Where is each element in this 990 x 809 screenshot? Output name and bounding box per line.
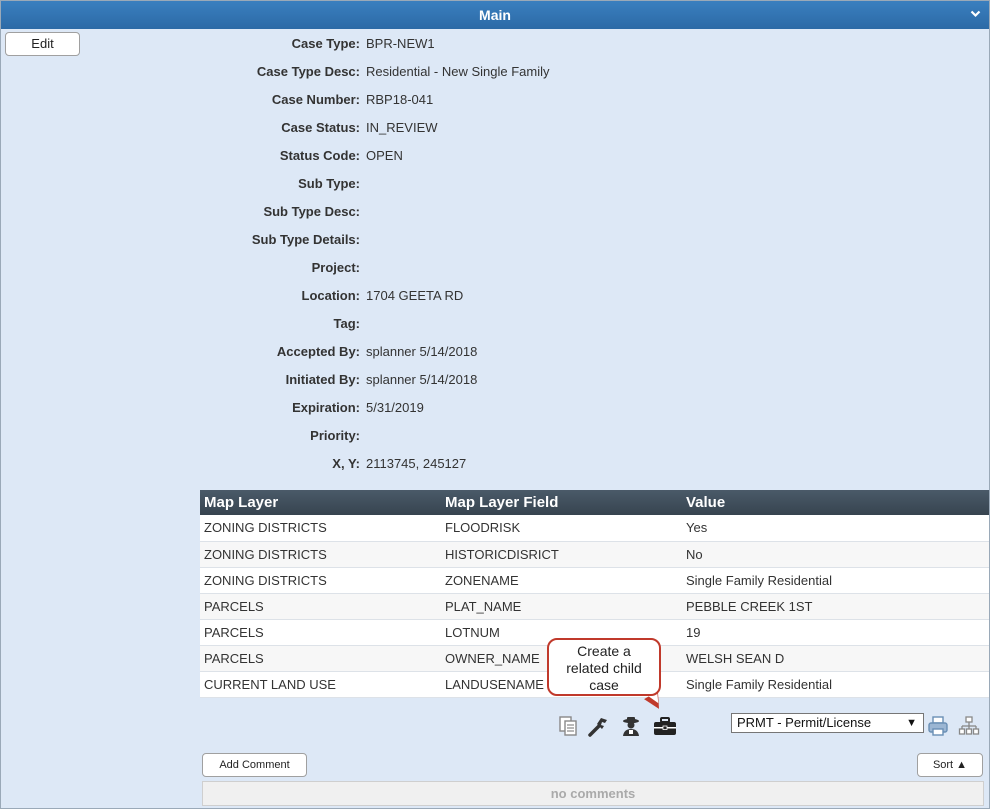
table-cell: CURRENT LAND USE: [200, 671, 441, 698]
field-label: Case Number:: [271, 92, 360, 107]
table-cell: Single Family Residential: [682, 671, 989, 698]
field-label: Project:: [311, 260, 360, 275]
panel-header[interactable]: Main: [1, 1, 989, 29]
table-cell: No: [682, 541, 989, 568]
table-cell: PARCELS: [200, 645, 441, 672]
table-cell: ZONING DISTRICTS: [200, 567, 441, 594]
table-cell: 19: [682, 619, 989, 646]
field-label: Sub Type Desc:: [263, 204, 360, 219]
field-label: Case Type Desc:: [256, 64, 360, 79]
case-type-select[interactable]: PRMT - Permit/License ▼: [731, 713, 924, 733]
field-label: Status Code:: [279, 148, 360, 163]
field-label: Location:: [301, 288, 361, 303]
table-cell: PEBBLE CREEK 1ST: [682, 593, 989, 620]
tooltip-create-child-case: Create a related child case: [547, 638, 661, 696]
briefcase-icon[interactable]: [653, 715, 676, 737]
add-comment-button[interactable]: Add Comment: [202, 753, 307, 777]
table-cell: PARCELS: [200, 619, 441, 646]
field-value: IN_REVIEW: [366, 120, 438, 135]
field-label: Tag:: [333, 316, 360, 331]
table-header-row: Map Layer Map Layer Field Value: [200, 490, 989, 515]
field-value: splanner 5/14/2018: [366, 372, 478, 387]
field-row-accepted-by: Accepted By: splanner 5/14/2018: [1, 338, 701, 366]
table-cell: PLAT_NAME: [441, 593, 682, 620]
table-cell: ZONING DISTRICTS: [200, 515, 441, 542]
field-row-tag: Tag:: [1, 310, 701, 338]
field-label: X, Y:: [332, 456, 360, 471]
field-value: OPEN: [366, 148, 403, 163]
field-row-case-type: Case Type: BPR-NEW1: [1, 30, 701, 58]
no-comments-placeholder: no comments: [202, 781, 984, 806]
print-icon[interactable]: [927, 715, 949, 737]
main-panel: Main Edit Case Type: BPR-NEW1 Case Type …: [0, 0, 990, 809]
chevron-down-icon[interactable]: [970, 1, 981, 29]
field-row-expiration: Expiration: 5/31/2019: [1, 394, 701, 422]
column-header-value[interactable]: Value: [682, 490, 989, 515]
field-row-case-type-desc: Case Type Desc: Residential - New Single…: [1, 58, 701, 86]
field-row-priority: Priority:: [1, 422, 701, 450]
field-row-initiated-by: Initiated By: splanner 5/14/2018: [1, 366, 701, 394]
table-row: PARCELS PLAT_NAME PEBBLE CREEK 1ST: [200, 593, 989, 620]
column-header-map-layer-field[interactable]: Map Layer Field: [441, 490, 682, 515]
field-label: Case Type:: [291, 36, 360, 51]
table-cell: Single Family Residential: [682, 567, 989, 594]
field-value: 5/31/2019: [366, 400, 424, 415]
field-label: Initiated By:: [285, 372, 360, 387]
select-value: PRMT - Permit/License: [737, 715, 872, 730]
field-value: RBP18-041: [366, 92, 434, 107]
tooltip-line: Create a: [577, 643, 631, 659]
field-label: Accepted By:: [276, 344, 360, 359]
tooltip-line: case: [589, 677, 619, 693]
field-value: splanner 5/14/2018: [366, 344, 478, 359]
field-row-case-status: Case Status: IN_REVIEW: [1, 114, 701, 142]
field-value: 2113745, 245127: [366, 456, 467, 471]
column-header-map-layer[interactable]: Map Layer: [200, 490, 441, 515]
table-row: ZONING DISTRICTS ZONENAME Single Family …: [200, 567, 989, 594]
field-label: Sub Type Details:: [251, 232, 360, 247]
table-row: ZONING DISTRICTS HISTORICDISRICT No: [200, 541, 989, 568]
table-cell: WELSH SEAN D: [682, 645, 989, 672]
chevron-down-icon: ▼: [906, 717, 917, 729]
field-row-sub-type-details: Sub Type Details:: [1, 226, 701, 254]
field-row-location: Location: 1704 GEETA RD: [1, 282, 701, 310]
field-value: Residential - New Single Family: [366, 64, 550, 79]
table-cell: HISTORICDISRICT: [441, 541, 682, 568]
sitemap-icon[interactable]: [958, 715, 980, 737]
copy-icon[interactable]: [557, 715, 579, 737]
sort-button[interactable]: Sort ▲: [917, 753, 983, 777]
tooltip-line: related child: [566, 660, 642, 676]
field-row-xy: X, Y: 2113745, 245127: [1, 450, 701, 478]
table-cell: PARCELS: [200, 593, 441, 620]
field-label: Expiration:: [292, 400, 360, 415]
field-value: BPR-NEW1: [366, 36, 435, 51]
field-label: Sub Type:: [298, 176, 360, 191]
field-row-sub-type-desc: Sub Type Desc:: [1, 198, 701, 226]
field-value: 1704 GEETA RD: [366, 288, 464, 303]
field-row-status-code: Status Code: OPEN: [1, 142, 701, 170]
wrench-icon[interactable]: [587, 715, 609, 737]
table-row: ZONING DISTRICTS FLOODRISK Yes: [200, 515, 989, 542]
inspector-icon[interactable]: [620, 715, 642, 737]
field-label: Priority:: [310, 428, 360, 443]
table-cell: ZONING DISTRICTS: [200, 541, 441, 568]
table-cell: Yes: [682, 515, 989, 542]
field-row-project: Project:: [1, 254, 701, 282]
table-cell: FLOODRISK: [441, 515, 682, 542]
panel-title: Main: [479, 7, 511, 23]
field-row-case-number: Case Number: RBP18-041: [1, 86, 701, 114]
field-row-sub-type: Sub Type:: [1, 170, 701, 198]
field-label: Case Status:: [281, 120, 360, 135]
table-cell: ZONENAME: [441, 567, 682, 594]
